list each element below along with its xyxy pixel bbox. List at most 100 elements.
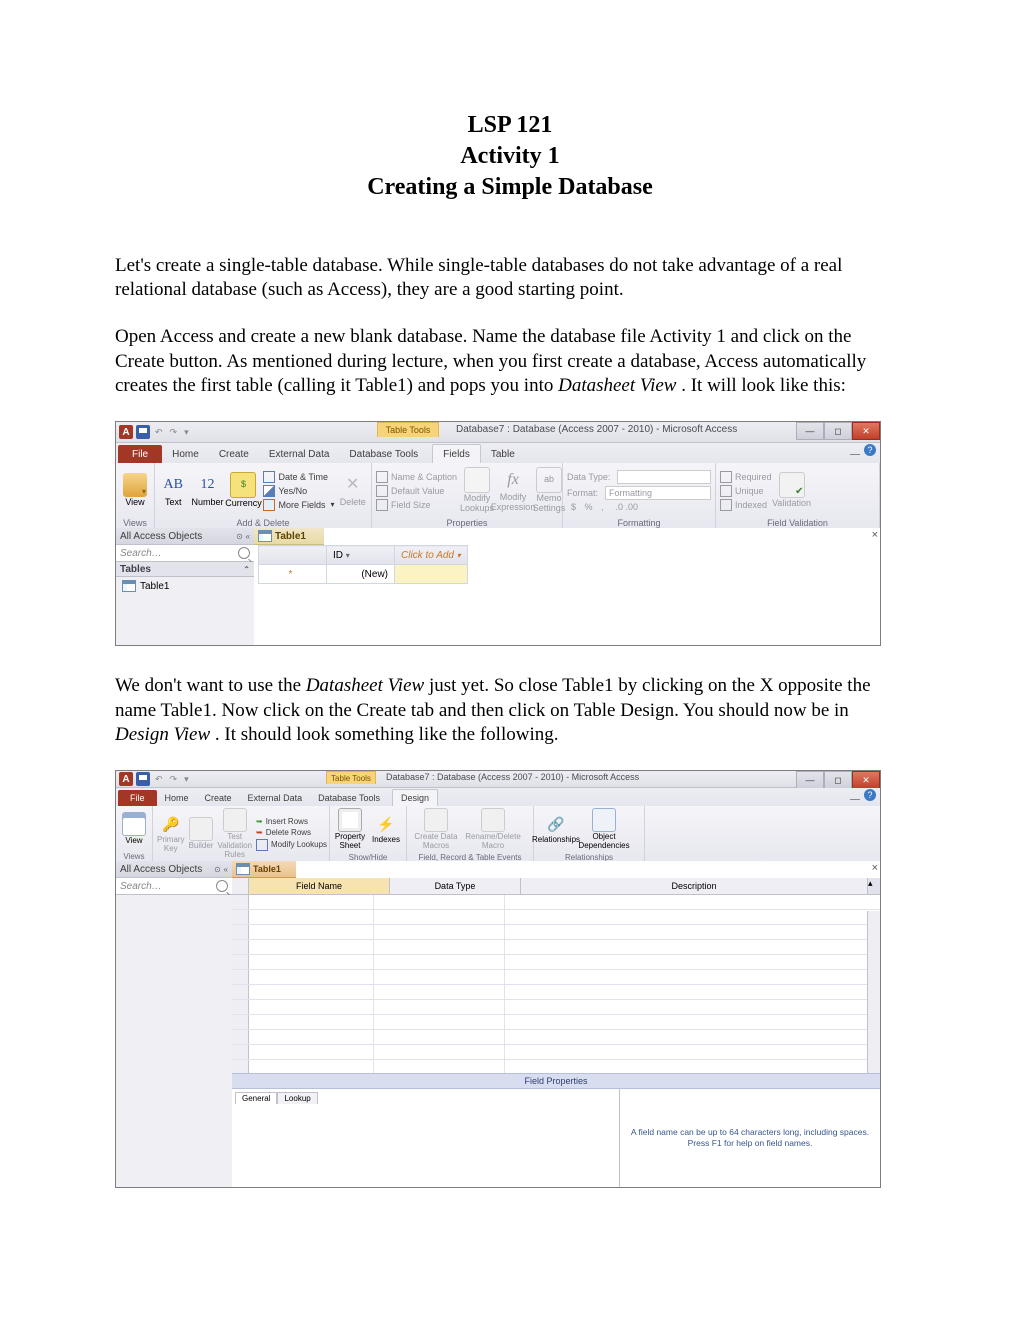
nav-collapse-icon[interactable]: « [246, 532, 250, 541]
tab-design[interactable]: Design [392, 789, 438, 806]
nav-pane-header[interactable]: All Access Objects [120, 864, 202, 875]
number-format-buttons[interactable]: $ % ,.0 .00 [567, 502, 711, 512]
number-field-button[interactable]: 12Number [191, 473, 223, 508]
modify-lookups-button[interactable]: Modify Lookups [256, 839, 327, 851]
unique-checkbox[interactable]: Unique [720, 485, 772, 497]
delete-field-button[interactable]: ✕Delete [339, 473, 367, 508]
field-properties-help: A field name can be up to 64 characters … [620, 1089, 880, 1187]
undo-icon[interactable]: ↶ [153, 774, 165, 785]
undo-icon[interactable]: ↶ [153, 427, 165, 438]
tab-home[interactable]: Home [162, 445, 209, 463]
tab-create[interactable]: Create [209, 445, 259, 463]
tab-fields[interactable]: Fields [432, 444, 481, 463]
ribbon-minimize-icon[interactable] [850, 446, 860, 455]
nav-collapse-icon[interactable]: « [224, 865, 228, 874]
yesno-field-button[interactable]: Yes/No [263, 485, 334, 497]
test-validation-button[interactable]: Test Validation Rules [217, 808, 252, 859]
qat-customize-icon[interactable]: ▾ [182, 427, 191, 438]
table-icon [122, 580, 136, 592]
design-grid[interactable] [232, 895, 880, 1073]
vertical-scrollbar[interactable] [867, 911, 880, 1073]
datatype-dropdown[interactable] [617, 470, 711, 484]
tab-external-data[interactable]: External Data [259, 445, 340, 463]
title-line-2: Activity 1 [115, 141, 905, 172]
ribbon-tabs: File Home Create External Data Database … [116, 788, 880, 806]
name-caption-button[interactable]: Name & Caption [376, 471, 457, 483]
tab-file[interactable]: File [118, 445, 162, 463]
nav-filter-icon[interactable]: ⊙ [214, 865, 221, 874]
search-icon[interactable] [216, 880, 228, 892]
tab-database-tools[interactable]: Database Tools [310, 790, 388, 806]
default-value-button[interactable]: Default Value [376, 485, 457, 497]
tab-external-data[interactable]: External Data [240, 790, 311, 806]
document-tab-table1[interactable]: Table1 [232, 861, 296, 878]
tab-home[interactable]: Home [157, 790, 197, 806]
primary-key-button[interactable]: 🔑Primary Key [157, 813, 185, 854]
nav-filter-icon[interactable]: ⊙ [236, 532, 243, 541]
view-button[interactable]: ▾ View [120, 473, 150, 508]
tab-table[interactable]: Table [481, 445, 525, 463]
help-icon[interactable]: ? [864, 444, 876, 456]
nav-search-input[interactable]: Search… [120, 548, 162, 559]
tab-create[interactable]: Create [197, 790, 240, 806]
nav-section-tables[interactable]: Tables [120, 564, 151, 575]
section-collapse-icon[interactable]: ⌃ [243, 565, 250, 574]
modify-lookups-button[interactable]: Modify Lookups [461, 467, 493, 514]
datetime-field-button[interactable]: Date & Time [263, 471, 334, 483]
tab-database-tools[interactable]: Database Tools [339, 445, 428, 463]
text-field-button[interactable]: ABText [159, 473, 187, 508]
redo-icon[interactable]: ↷ [168, 427, 180, 438]
qat-customize-icon[interactable]: ▾ [182, 774, 191, 785]
field-size-button[interactable]: Field Size [376, 499, 457, 511]
save-icon[interactable] [136, 425, 150, 439]
create-data-macros-button[interactable]: Create Data Macros [411, 808, 461, 851]
save-icon[interactable] [136, 772, 150, 786]
ribbon-minimize-icon[interactable] [850, 791, 860, 800]
quick-access-toolbar: A ↶ ↷ ▾ [116, 772, 191, 786]
indexes-button[interactable]: ⚡Indexes [370, 813, 402, 845]
document-tab-table1[interactable]: Table1 [254, 528, 324, 545]
datasheet-grid[interactable]: ID ▾ Click to Add ▾ * (New) [258, 545, 468, 584]
close-table-button[interactable]: × [872, 529, 878, 541]
format-dropdown[interactable]: Formatting [605, 486, 711, 500]
rename-delete-macro-button[interactable]: Rename/Delete Macro [465, 808, 521, 851]
modify-expression-button[interactable]: fxModify Expression [497, 468, 529, 513]
property-sheet-button[interactable]: Property Sheet [334, 808, 366, 851]
insert-rows-button[interactable]: ➥Insert Rows [256, 817, 327, 826]
more-fields-button[interactable]: More Fields▾ [263, 499, 334, 511]
currency-field-button[interactable]: $Currency [227, 472, 259, 509]
header-description[interactable]: Description [521, 878, 868, 894]
tab-file[interactable]: File [118, 790, 157, 806]
builder-button[interactable]: Builder [189, 817, 214, 851]
nav-pane-header[interactable]: All Access Objects [120, 531, 202, 542]
search-icon[interactable] [238, 547, 250, 559]
close-button[interactable]: ✕ [852, 422, 880, 440]
maximize-button[interactable]: ◻ [824, 771, 852, 789]
object-dependencies-button[interactable]: Object Dependencies [578, 808, 630, 851]
validation-button[interactable]: ✔Validation [776, 472, 808, 509]
scroll-up-button[interactable]: ▴ [868, 878, 880, 894]
field-properties-pane[interactable]: General Lookup [232, 1089, 620, 1187]
minimize-button[interactable]: — [796, 771, 824, 789]
delete-rows-button[interactable]: ➥Delete Rows [256, 828, 327, 837]
relationships-button[interactable]: 🔗Relationships [538, 813, 574, 845]
redo-icon[interactable]: ↷ [168, 774, 180, 785]
close-table-button[interactable]: × [872, 862, 878, 874]
properties-tab-lookup[interactable]: Lookup [277, 1092, 317, 1104]
indexed-checkbox[interactable]: Indexed [720, 499, 772, 511]
required-checkbox[interactable]: Required [720, 471, 772, 483]
header-field-name[interactable]: Field Name [249, 878, 390, 894]
table-icon [258, 530, 272, 542]
nav-search-input[interactable]: Search… [120, 881, 162, 892]
quick-access-toolbar: A ↶ ↷ ▾ [116, 425, 191, 439]
maximize-button[interactable]: ◻ [824, 422, 852, 440]
help-icon[interactable]: ? [864, 789, 876, 801]
new-cell[interactable] [395, 565, 468, 584]
minimize-button[interactable]: — [796, 422, 824, 440]
memo-settings-button[interactable]: abMemo Settings [533, 467, 565, 514]
header-data-type[interactable]: Data Type [390, 878, 521, 894]
view-button[interactable]: View [120, 812, 148, 846]
nav-item-table1[interactable]: Table1 [116, 577, 254, 595]
properties-tab-general[interactable]: General [235, 1092, 277, 1104]
close-button[interactable]: ✕ [852, 771, 880, 789]
